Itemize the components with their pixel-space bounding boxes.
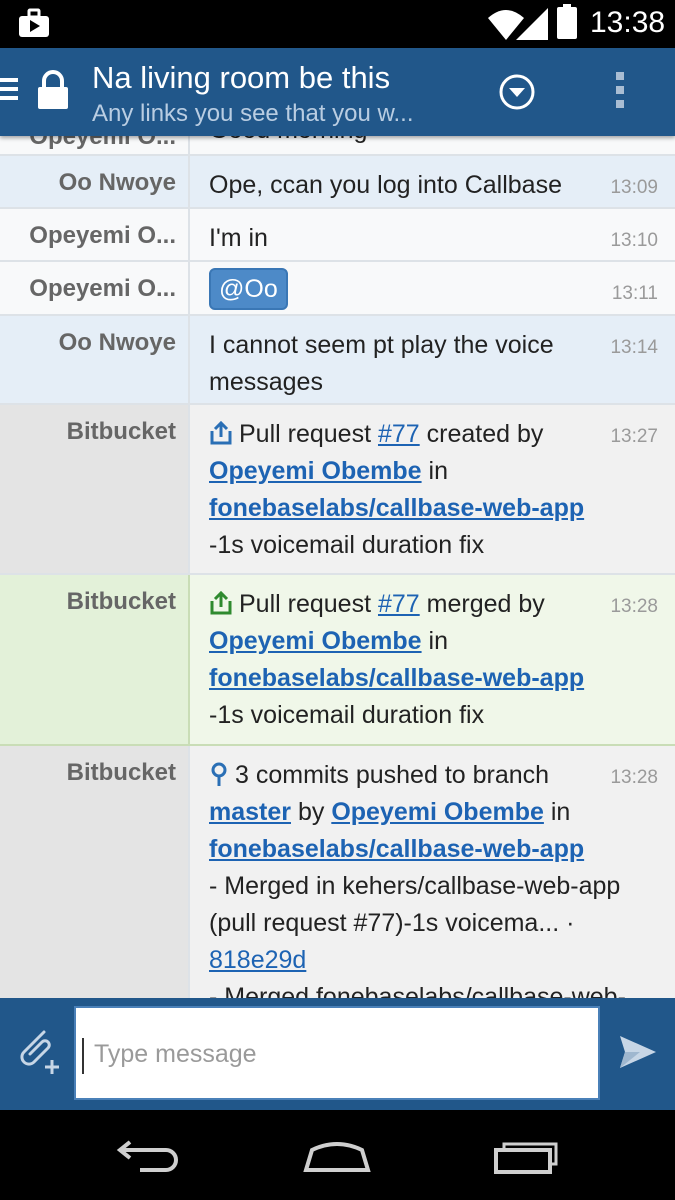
- text-caret: [82, 1038, 84, 1074]
- event-prefix: Pull request: [239, 590, 372, 618]
- commit-text: - Merged in kehers/callbase-web-app (pul…: [209, 872, 621, 937]
- repo-link[interactable]: fonebaselabs/callbase-web-app: [209, 494, 584, 522]
- message-body: Ope, ccan you log into Callbase 13:09: [190, 156, 675, 207]
- message-text: Ope, ccan you log into Callbase: [209, 171, 562, 199]
- system-nav-bar: [0, 1110, 675, 1200]
- commit-entry: - Merged in kehers/callbase-web-app (pul…: [209, 868, 661, 998]
- message-body: Pull request #77 created by Opeyemi Obem…: [190, 405, 675, 573]
- commit-icon: [211, 762, 227, 786]
- message-time: 13:10: [610, 230, 658, 251]
- pr-link[interactable]: #77: [378, 420, 420, 448]
- message-time: 13:14: [610, 337, 658, 358]
- send-icon[interactable]: [618, 1034, 658, 1070]
- event-prefix: Pull request: [239, 420, 372, 448]
- event-by: by: [297, 798, 325, 826]
- app-bar: Na living room be this Any links you see…: [0, 48, 675, 136]
- pr-description: -1s voicemail duration fix: [209, 531, 485, 559]
- event-action: merged by: [426, 590, 545, 618]
- repo-link[interactable]: fonebaselabs/callbase-web-app: [209, 835, 584, 863]
- message-row[interactable]: Opeyemi O... @Oo 13:11: [0, 262, 675, 316]
- pr-description: -1s voicemail duration fix: [209, 701, 485, 729]
- message-input-placeholder: Type message: [94, 1040, 257, 1068]
- message-body: Pull request #77 merged by Opeyemi Obemb…: [190, 575, 675, 744]
- message-row[interactable]: Opeyemi O... I'm in 13:10: [0, 209, 675, 262]
- message-row[interactable]: Oo Nwoye Ope, ccan you log into Callbase…: [0, 156, 675, 209]
- composer-bar: Type message: [0, 998, 675, 1110]
- repo-link[interactable]: fonebaselabs/callbase-web-app: [209, 664, 584, 692]
- message-body: @Oo 13:11: [190, 262, 675, 314]
- author-link[interactable]: Opeyemi Obembe: [209, 627, 422, 655]
- room-topic[interactable]: Any links you see that you w...: [92, 100, 414, 128]
- menu-icon[interactable]: [0, 78, 20, 104]
- message-sender: Bitbucket: [0, 746, 190, 998]
- share-icon: [210, 591, 232, 615]
- message-time: 13:09: [610, 177, 658, 198]
- message-input[interactable]: Type message: [74, 1006, 600, 1100]
- lock-icon: [38, 70, 68, 109]
- message-time: 13:28: [610, 767, 658, 788]
- message-time: 13:11: [611, 283, 658, 304]
- attach-icon[interactable]: [14, 1026, 62, 1076]
- event-prefix: 3 commits pushed to branch: [235, 761, 550, 789]
- message-row[interactable]: Bitbucket 3 commits pushed to branch mas…: [0, 746, 675, 998]
- message-row[interactable]: Bitbucket Pull request #77 created by Op…: [0, 405, 675, 575]
- message-text: I'm in: [209, 224, 268, 252]
- message-sender: Oo Nwoye: [0, 156, 190, 207]
- event-action: created by: [426, 420, 544, 448]
- author-link[interactable]: Opeyemi Obembe: [209, 457, 422, 485]
- message-body: I'm in 13:10: [190, 209, 675, 260]
- recents-icon[interactable]: [492, 1138, 560, 1174]
- message-body: I cannot seem pt play the voice messages…: [190, 316, 675, 403]
- message-text: 3 commits pushed to branch master by Ope…: [209, 757, 661, 868]
- message-sender: Opeyemi O...: [0, 262, 190, 314]
- status-bar: 13:38: [0, 0, 675, 48]
- message-time: 13:27: [610, 426, 658, 447]
- message-body: 3 commits pushed to branch master by Ope…: [190, 746, 675, 998]
- overflow-menu-icon[interactable]: [616, 72, 626, 114]
- message-sender: Opeyemi O...: [0, 209, 190, 260]
- event-in: in: [428, 627, 448, 655]
- pr-link[interactable]: #77: [378, 590, 420, 618]
- author-link[interactable]: Opeyemi Obembe: [331, 798, 544, 826]
- commit-text-next: - Merged fonebaselabs/callbase-web-app: [209, 983, 626, 998]
- event-in: in: [550, 798, 571, 826]
- notification-icon: [19, 8, 49, 37]
- message-text: Pull request #77 merged by Opeyemi Obemb…: [209, 586, 661, 734]
- status-time: 13:38: [590, 6, 666, 39]
- room-title[interactable]: Na living room be this: [92, 60, 390, 96]
- event-in: in: [428, 457, 448, 485]
- message-text: Pull request #77 created by Opeyemi Obem…: [209, 416, 661, 564]
- battery-icon: [557, 4, 577, 39]
- message-row[interactable]: Bitbucket Pull request #77 merged by Ope…: [0, 575, 675, 746]
- home-icon[interactable]: [302, 1138, 372, 1174]
- message-sender: Bitbucket: [0, 575, 190, 744]
- share-icon: [210, 421, 232, 445]
- commit-hash-link[interactable]: 818e29d: [209, 946, 306, 974]
- message-sender: Oo Nwoye: [0, 316, 190, 403]
- message-sender: Bitbucket: [0, 405, 190, 573]
- message-list[interactable]: Opeyemi O... Good morning Oo Nwoye Ope, …: [0, 110, 675, 998]
- chevron-down-circle-icon[interactable]: [498, 73, 536, 111]
- mention-chip[interactable]: @Oo: [209, 268, 288, 310]
- message-time: 13:28: [610, 596, 658, 617]
- message-text: I cannot seem pt play the voice messages: [209, 331, 554, 396]
- branch-link[interactable]: master: [209, 798, 291, 826]
- signal-icon: [516, 8, 548, 40]
- message-row[interactable]: Oo Nwoye I cannot seem pt play the voice…: [0, 316, 675, 405]
- back-icon[interactable]: [116, 1138, 182, 1174]
